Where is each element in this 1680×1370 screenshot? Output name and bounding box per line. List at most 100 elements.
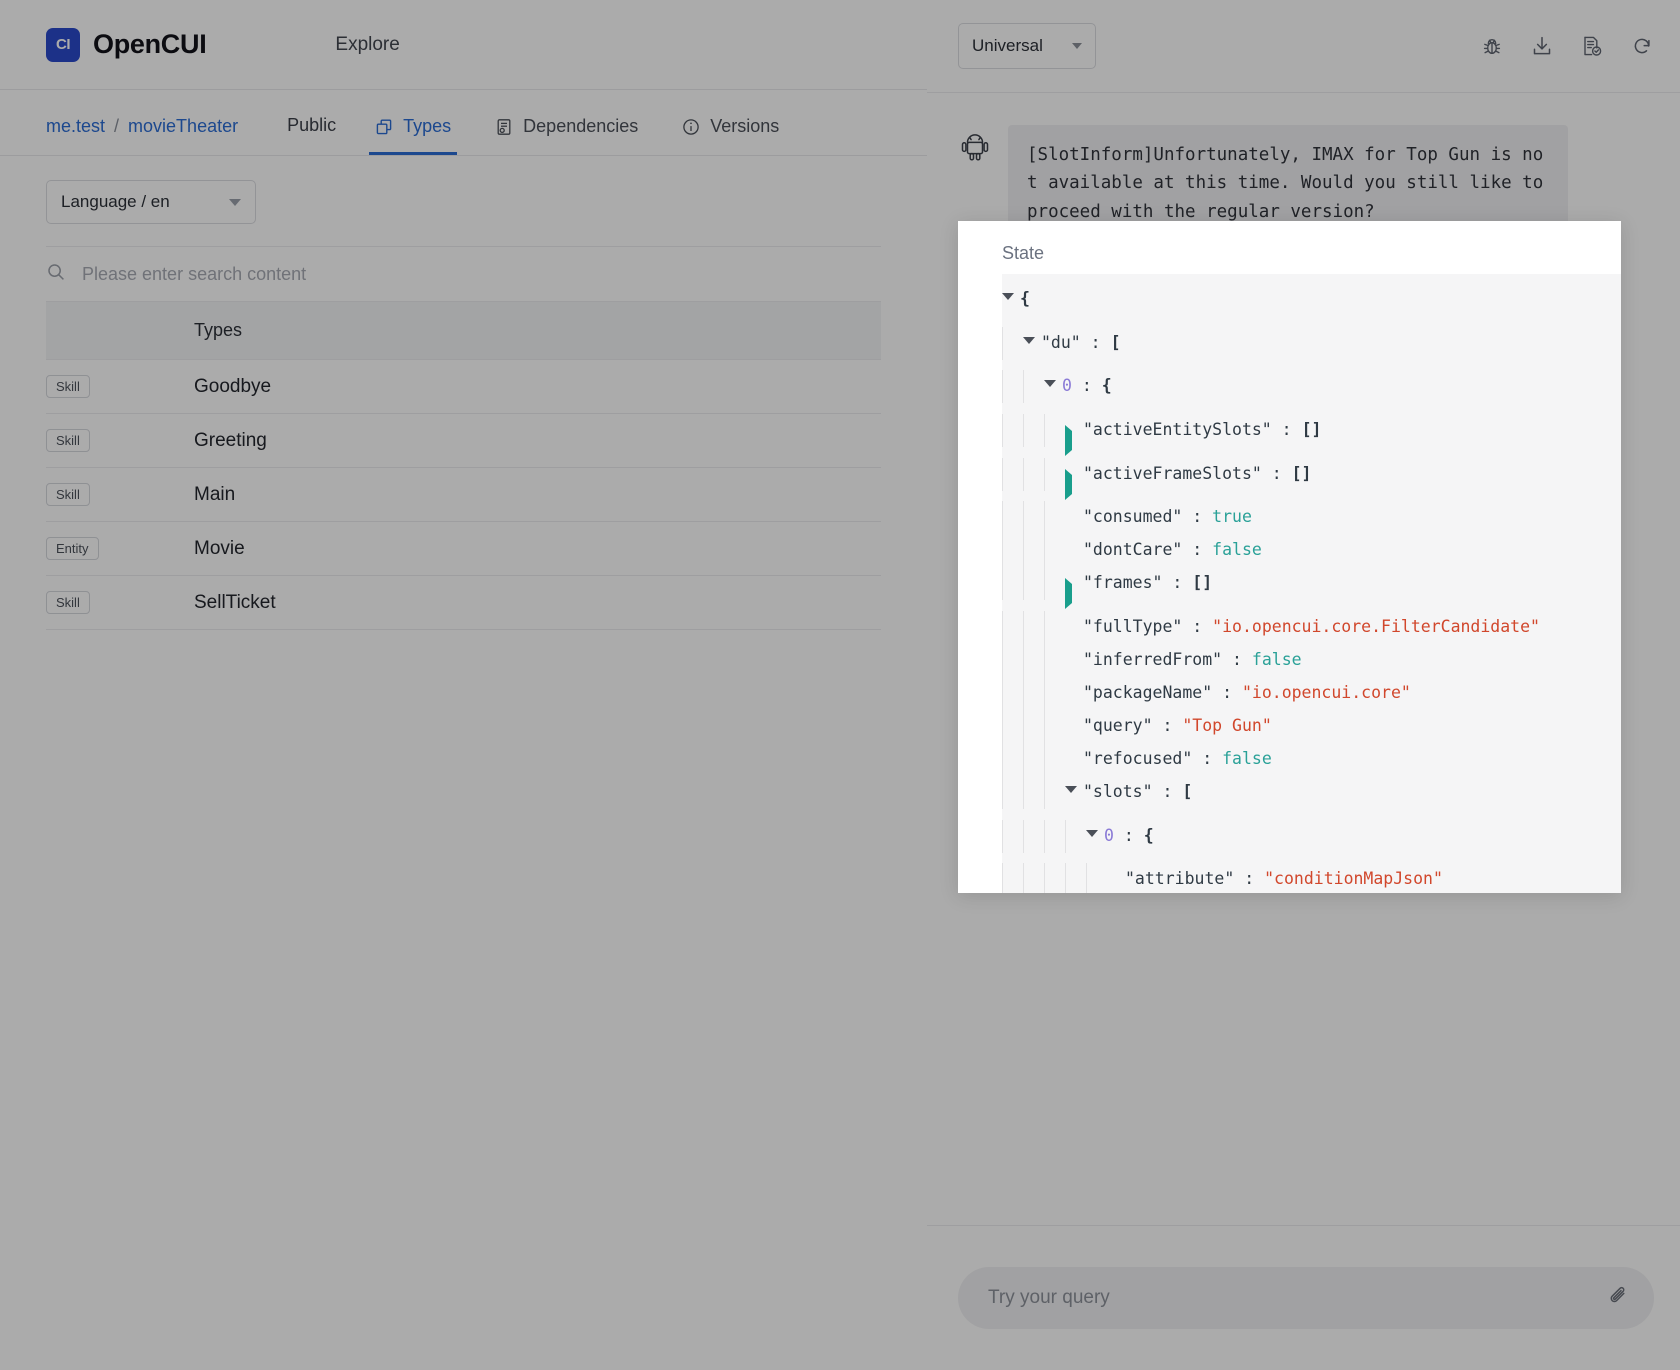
json-line-text: "activeFrameSlots" : [] (1083, 463, 1312, 483)
json-line: "activeEntitySlots" : [] (1002, 413, 1621, 458)
tab-dependencies-label: Dependencies (523, 116, 639, 136)
indent-guides (1002, 863, 1107, 893)
dependencies-icon (495, 118, 513, 136)
type-name[interactable]: SellTicket (194, 575, 881, 630)
type-name[interactable]: Main (194, 467, 881, 522)
type-tag: Skill (46, 429, 90, 452)
table-row[interactable]: Skill Main (46, 467, 881, 522)
json-line: "attribute" : "conditionMapJson" (1002, 863, 1621, 893)
reload-icon[interactable] (1630, 34, 1654, 58)
type-name[interactable]: Goodbye (194, 359, 881, 414)
twisty-collapsed-icon[interactable] (1065, 567, 1083, 611)
android-robot-icon (958, 125, 992, 168)
twisty-collapsed-icon[interactable] (1065, 458, 1083, 502)
search-icon (46, 262, 66, 287)
tab-versions-label: Versions (710, 116, 780, 136)
chevron-down-icon (1072, 43, 1082, 49)
twisty-expanded-icon[interactable] (1065, 776, 1083, 820)
screen-root: CI OpenCUI Explore me.test / movieTheate… (0, 0, 1680, 1370)
tab-types[interactable]: Types (353, 116, 473, 155)
search-row[interactable]: Please enter search content (46, 246, 881, 302)
json-tree-viewer[interactable]: {"du" : [0 : {"activeEntitySlots" : [] "a… (1002, 274, 1621, 893)
download-icon[interactable] (1530, 34, 1554, 58)
breadcrumb-project[interactable]: movieTheater (128, 116, 238, 137)
filter-bar: Language / en (0, 156, 927, 224)
document-check-icon[interactable] (1580, 34, 1604, 58)
table-row[interactable]: Entity Movie (46, 521, 881, 576)
indent-guides (1002, 370, 1044, 404)
twisty-placeholder (1107, 863, 1125, 874)
brand-name: OpenCUI (93, 29, 207, 59)
twisty-placeholder (1065, 534, 1083, 545)
twisty-expanded-icon[interactable] (1023, 327, 1041, 371)
channel-select-value: Universal (972, 36, 1043, 55)
twisty-placeholder (1065, 710, 1083, 721)
tab-types-label: Types (403, 116, 452, 136)
tab-dependencies[interactable]: Dependencies (473, 116, 660, 155)
indent-guides (1002, 567, 1065, 601)
breadcrumb-org[interactable]: me.test (46, 116, 105, 137)
nav-item-explore[interactable]: Explore (335, 34, 399, 56)
query-input[interactable]: Try your query (988, 1287, 1110, 1309)
layers-icon (375, 118, 393, 136)
json-line: "activeFrameSlots" : [] (1002, 457, 1621, 502)
twisty-collapsed-icon[interactable] (1065, 414, 1083, 458)
indent-guides (1002, 676, 1065, 710)
indent-guides (1002, 413, 1065, 447)
json-line: { (1002, 283, 1621, 327)
breadcrumb: me.test / movieTheater (46, 116, 238, 155)
json-line-text: 0 : { (1104, 825, 1154, 845)
channel-select[interactable]: Universal (958, 23, 1096, 69)
json-line-text: "refocused" : false (1083, 748, 1272, 768)
state-panel-title: State (1002, 243, 1045, 263)
json-line: "slots" : [ (1002, 775, 1621, 820)
chat-toolbar: Universal (927, 0, 1680, 93)
indent-guides (1002, 643, 1065, 677)
json-line-text: 0 : { (1062, 376, 1112, 396)
search-input[interactable]: Please enter search content (82, 264, 306, 285)
brand-logo[interactable]: CI OpenCUI (46, 27, 207, 62)
indent-guides (1002, 819, 1086, 853)
json-line: "consumed" : true (1002, 501, 1621, 535)
twisty-expanded-icon[interactable] (1044, 370, 1062, 414)
table-row[interactable]: Skill SellTicket (46, 575, 881, 630)
twisty-placeholder (1065, 677, 1083, 688)
twisty-placeholder (1065, 501, 1083, 512)
twisty-expanded-icon[interactable] (1086, 820, 1104, 864)
tab-versions[interactable]: Versions (660, 116, 801, 155)
bug-icon[interactable] (1480, 34, 1504, 58)
json-line-text: "inferredFrom" : false (1083, 649, 1302, 669)
json-line-text: "frames" : [] (1083, 573, 1213, 593)
indent-guides (1002, 501, 1065, 535)
json-line: 0 : { (1002, 819, 1621, 864)
json-line: "frames" : [] (1002, 567, 1621, 611)
type-tag: Skill (46, 591, 90, 614)
json-line-text: { (1020, 289, 1030, 308)
json-line: "packageName" : "io.opencui.core" (1002, 676, 1621, 710)
chat-composer: Try your query (927, 1225, 1680, 1370)
language-select[interactable]: Language / en (46, 180, 256, 224)
json-line-text: "slots" : [ (1083, 781, 1193, 801)
table-row[interactable]: Skill Greeting (46, 413, 881, 468)
twisty-expanded-icon[interactable] (1002, 283, 1020, 327)
json-line: "inferredFrom" : false (1002, 643, 1621, 677)
twisty-placeholder (1065, 611, 1083, 622)
json-line-text: "dontCare" : false (1083, 540, 1262, 560)
twisty-placeholder (1065, 743, 1083, 754)
chevron-down-icon (229, 198, 241, 206)
table-row[interactable]: Skill Goodbye (46, 359, 881, 414)
type-tag: Skill (46, 483, 90, 506)
indent-guides (1002, 610, 1065, 644)
type-name[interactable]: Greeting (194, 413, 881, 468)
type-name[interactable]: Movie (194, 521, 881, 576)
column-header-types: Types (194, 302, 881, 360)
column-header-tag (46, 302, 194, 360)
paperclip-icon[interactable] (1606, 1284, 1630, 1313)
json-line: "refocused" : false (1002, 742, 1621, 776)
project-tab-bar: me.test / movieTheater Public Types Depe… (0, 90, 927, 156)
top-navigation-bar: CI OpenCUI Explore (0, 0, 927, 90)
query-input-wrapper[interactable]: Try your query (958, 1267, 1654, 1329)
json-line: 0 : { (1002, 370, 1621, 414)
json-line-text: "activeEntitySlots" : [] (1083, 419, 1322, 439)
state-inspector-card: State {"du" : [0 : {"activeEntitySlots" … (958, 221, 1621, 893)
